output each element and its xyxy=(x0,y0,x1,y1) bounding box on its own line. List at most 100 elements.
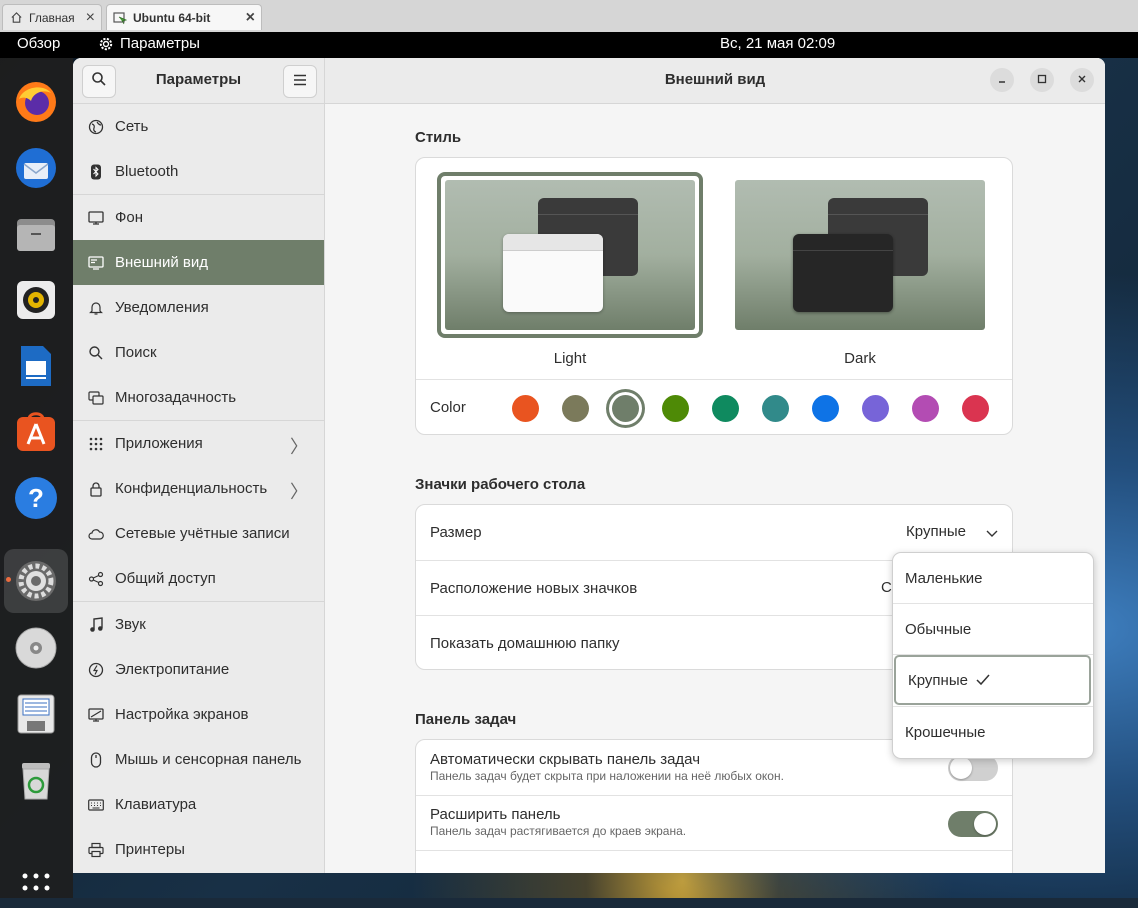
network-icon xyxy=(87,118,105,136)
trash-icon[interactable] xyxy=(10,754,62,806)
activities-button[interactable]: Обзор xyxy=(17,35,60,52)
help-icon[interactable]: ? xyxy=(10,472,62,524)
sidebar-item-notifications[interactable]: Уведомления xyxy=(73,285,324,330)
app-menu[interactable]: Параметры xyxy=(98,35,200,52)
search-icon xyxy=(87,344,105,362)
home-icon xyxy=(9,11,23,25)
accent-color-swatch[interactable] xyxy=(962,395,989,422)
show-apps-icon[interactable] xyxy=(10,856,62,908)
sidebar-item-search[interactable]: Поиск xyxy=(73,330,324,375)
close-icon[interactable]: × xyxy=(86,9,95,27)
sidebar-item-online-accounts[interactable]: Сетевые учётные записи xyxy=(73,511,324,556)
accent-color-swatch[interactable] xyxy=(912,395,939,422)
size-option-small[interactable]: Маленькие xyxy=(893,553,1093,603)
style-card: Light Dark Color xyxy=(415,157,1013,435)
sidebar: Параметры Сеть Bluetooth Фон Внешний вид… xyxy=(73,58,325,873)
minimize-icon xyxy=(997,71,1007,89)
rhythmbox-icon[interactable] xyxy=(10,274,62,326)
tab-ubuntu[interactable]: Ubuntu 64-bit × xyxy=(106,4,262,30)
sidebar-item-background[interactable]: Фон xyxy=(73,195,324,240)
sidebar-item-apps[interactable]: Приложения 〉 xyxy=(73,421,324,466)
sidebar-header: Параметры xyxy=(73,58,324,104)
new-icons-value[interactable]: С xyxy=(881,579,892,596)
libreoffice-writer-icon[interactable] xyxy=(10,340,62,392)
extend-dock-label: Расширить панель xyxy=(430,806,561,823)
close-icon[interactable]: × xyxy=(246,9,255,27)
accent-color-swatch[interactable] xyxy=(512,395,539,422)
sidebar-item-label: Общий доступ xyxy=(115,570,216,587)
settings-icon[interactable] xyxy=(4,549,68,613)
sidebar-item-label: Настройка экранов xyxy=(115,706,249,723)
sidebar-item-mouse[interactable]: Мышь и сенсорная панель xyxy=(73,737,324,782)
app-name: Параметры xyxy=(120,35,200,52)
firefox-icon[interactable] xyxy=(10,76,62,128)
cloud-icon xyxy=(87,525,105,543)
size-option-tiny[interactable]: Крошечные xyxy=(893,707,1093,757)
icon-size-value[interactable]: Крупные xyxy=(906,523,966,540)
keyboard-icon xyxy=(87,796,105,814)
preview-front-window xyxy=(503,234,603,312)
sidebar-item-label: Конфиденциальность xyxy=(115,480,268,497)
sidebar-item-appearance[interactable]: Внешний вид xyxy=(73,240,324,285)
minimize-button[interactable] xyxy=(990,68,1014,92)
gear-icon xyxy=(98,36,114,52)
maximize-button[interactable] xyxy=(1030,68,1054,92)
sidebar-item-bluetooth[interactable]: Bluetooth xyxy=(73,149,324,194)
clock[interactable]: Вс, 21 мая 02:09 xyxy=(720,35,835,52)
accent-color-swatch[interactable] xyxy=(612,395,639,422)
printer-icon xyxy=(87,841,105,859)
mouse-icon xyxy=(87,751,105,769)
bell-icon xyxy=(87,299,105,317)
extend-dock-row[interactable]: Расширить панель Панель задач растягивае… xyxy=(416,795,1012,850)
hamburger-icon xyxy=(293,73,307,91)
accent-color-swatch[interactable] xyxy=(762,395,789,422)
section-title-dock: Панель задач xyxy=(415,711,517,728)
display-icon xyxy=(87,706,105,724)
accent-color-swatch[interactable] xyxy=(712,395,739,422)
accent-color-swatch[interactable] xyxy=(862,395,889,422)
vm-tab-bar: Главная × Ubuntu 64-bit × xyxy=(0,0,1138,33)
sidebar-item-label: Принтеры xyxy=(115,841,185,858)
icon-size-popover: Маленькие Обычные Крупные Крошечные xyxy=(892,552,1094,759)
accent-color-swatch[interactable] xyxy=(812,395,839,422)
autohide-description: Панель задач будет скрыта при наложении … xyxy=(430,768,784,783)
next-dock-setting-row[interactable] xyxy=(416,850,1012,873)
size-option-normal[interactable]: Обычные xyxy=(893,604,1093,654)
dock-card: Автоматически скрывать панель задач Пане… xyxy=(415,739,1013,873)
chevron-down-icon[interactable] xyxy=(986,525,998,542)
floppy-icon[interactable] xyxy=(10,688,62,740)
preview-front-window xyxy=(793,234,893,312)
accent-color-swatch[interactable] xyxy=(562,395,589,422)
sidebar-item-sound[interactable]: Звук xyxy=(73,602,324,647)
app-center-icon[interactable] xyxy=(10,406,62,458)
main-menu-button[interactable] xyxy=(283,65,317,98)
sidebar-item-label: Bluetooth xyxy=(115,163,179,180)
sidebar-item-privacy[interactable]: Конфиденциальность 〉 xyxy=(73,466,324,511)
thunderbird-icon[interactable] xyxy=(10,142,62,194)
files-icon[interactable] xyxy=(10,208,62,260)
sidebar-item-keyboard[interactable]: Клавиатура xyxy=(73,782,324,827)
sidebar-item-displays[interactable]: Настройка экранов xyxy=(73,692,324,737)
size-option-large[interactable]: Крупные xyxy=(894,655,1091,705)
style-light-label: Light xyxy=(553,350,587,367)
sidebar-item-label: Сеть xyxy=(115,118,149,135)
close-button[interactable] xyxy=(1070,68,1094,92)
style-dark-label: Dark xyxy=(844,350,876,367)
tab-home[interactable]: Главная × xyxy=(2,4,102,30)
sidebar-item-printers[interactable]: Принтеры xyxy=(73,827,324,872)
sidebar-item-sharing[interactable]: Общий доступ xyxy=(73,556,324,601)
sidebar-item-multitasking[interactable]: Многозадачность xyxy=(73,375,324,420)
accent-color-swatch[interactable] xyxy=(662,395,689,422)
sidebar-item-network[interactable]: Сеть xyxy=(73,104,324,149)
color-label: Color xyxy=(430,399,466,416)
style-dark-option[interactable] xyxy=(735,180,985,330)
dvd-icon[interactable] xyxy=(10,622,62,674)
sidebar-item-power[interactable]: Электропитание xyxy=(73,647,324,692)
sidebar-item-label: Многозадачность xyxy=(115,389,237,406)
option-label: Маленькие xyxy=(905,569,983,587)
chevron-right-icon: 〉 xyxy=(290,482,308,502)
extend-dock-toggle[interactable] xyxy=(948,811,998,837)
sidebar-item-label: Электропитание xyxy=(115,661,230,678)
section-title-desktop-icons: Значки рабочего стола xyxy=(415,476,586,493)
style-light-option[interactable] xyxy=(437,172,703,338)
